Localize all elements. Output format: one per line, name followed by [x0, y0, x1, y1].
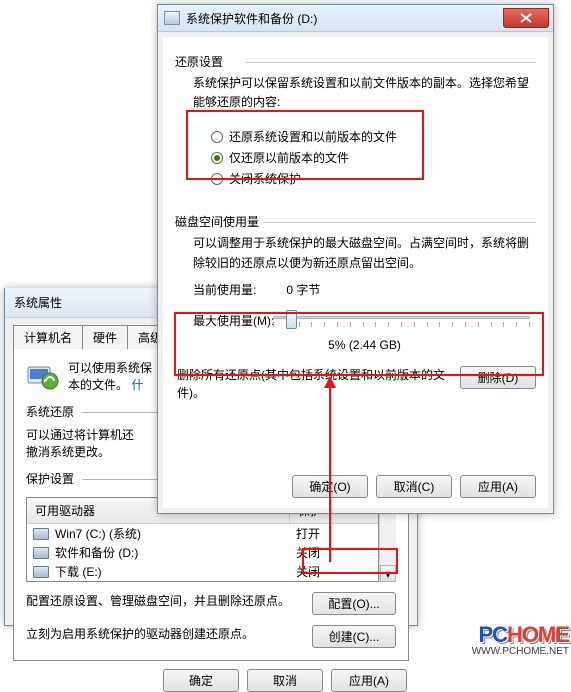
apply-button[interactable]: 应用(A) [331, 669, 407, 692]
disk-icon [33, 528, 49, 540]
disk-usage-description: 可以调整用于系统保护的最大磁盘空间。占满空间时，系统将删除较旧的还原点以便为新还… [193, 234, 536, 272]
delete-button[interactable]: 删除(D) [460, 366, 536, 389]
max-usage-value: 5% (2.44 GB) [193, 338, 536, 352]
drive-row[interactable]: 软件和备份 (D:) 关闭 [27, 543, 378, 562]
apply-button[interactable]: 应用(A) [460, 475, 536, 498]
drive-row[interactable]: Win7 (C:) (系统) 打开 [27, 524, 378, 543]
current-usage-value: 0 字节 [286, 281, 320, 298]
create-description: 立刻为启用系统保护的驱动器创建还原点。 [26, 625, 302, 642]
radio-icon [211, 152, 223, 164]
max-usage-label: 最大使用量(M): [193, 312, 274, 329]
tab-computer-name[interactable]: 计算机名 [13, 325, 83, 349]
restore-settings-description: 系统保护可以保留系统设置和以前文件版本的副本。选择您希望能够还原的内容: [193, 74, 536, 112]
create-button[interactable]: 创建(C)... [312, 625, 396, 648]
section-restore-settings: 还原设置 [175, 53, 536, 70]
intro-text: 可以使用系统保 本的文件。 什 [68, 359, 152, 393]
restore-radio-group: 还原系统设置和以前版本的文件 仅还原以前版本的文件 关闭系统保护 [203, 120, 536, 195]
max-usage-slider[interactable] [273, 308, 530, 334]
system-protect-icon [26, 359, 60, 393]
slider-thumb[interactable] [286, 310, 297, 329]
close-icon [520, 13, 532, 23]
cancel-button[interactable]: 取消 [247, 669, 323, 692]
section-disk-usage: 磁盘空间使用量 [175, 213, 536, 230]
watermark: PCHOME WWW.PCHOME.NET [472, 622, 569, 657]
system-protection-dialog: 系统保护软件和备份 (D:) 还原设置 系统保护可以保留系统设置和以前文件版本的… [157, 4, 554, 514]
disk-icon [164, 11, 180, 25]
ok-button[interactable]: 确定(O) [292, 475, 368, 498]
whatis-link[interactable]: 什 [131, 378, 143, 392]
radio-icon [211, 173, 223, 185]
scroll-down-icon[interactable]: ▾ [380, 565, 396, 582]
disk-icon [33, 566, 49, 578]
radio-turn-off[interactable]: 关闭系统保护 [211, 168, 528, 189]
drive-row[interactable]: 下载 (E:) 关闭 [27, 562, 378, 581]
radio-restore-system-and-files[interactable]: 还原系统设置和以前版本的文件 [211, 126, 528, 147]
radio-icon [211, 131, 223, 143]
radio-restore-files-only[interactable]: 仅还原以前版本的文件 [211, 147, 528, 168]
current-usage-label: 当前使用量: [193, 281, 256, 298]
disk-icon [33, 547, 49, 559]
close-button[interactable] [503, 8, 549, 28]
dialog-title: 系统保护软件和备份 (D:) [164, 10, 503, 27]
configure-button[interactable]: 配置(O)... [312, 592, 396, 615]
tab-hardware[interactable]: 硬件 [82, 325, 128, 349]
cancel-button[interactable]: 取消(C) [376, 475, 452, 498]
delete-description: 删除所有还原点(其中包括系统设置和以前版本的文件)。 [177, 366, 450, 402]
configure-description: 配置还原设置、管理磁盘空间，并且删除还原点。 [26, 592, 302, 609]
ok-button[interactable]: 确定 [163, 669, 239, 692]
